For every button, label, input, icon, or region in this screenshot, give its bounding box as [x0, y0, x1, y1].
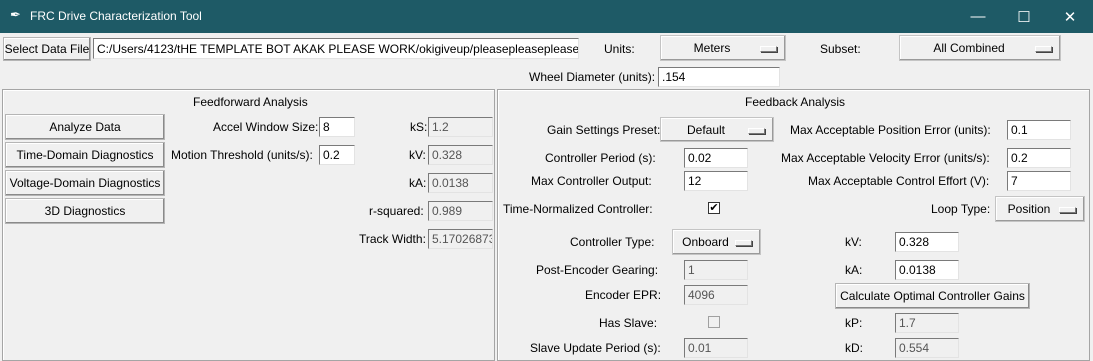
feedback-title: Feedback Analysis [745, 95, 846, 109]
subset-dropdown[interactable]: All Combined [899, 35, 1061, 61]
max-controller-output-label: Max Controller Output: [531, 174, 652, 188]
accel-window-label: Accel Window Size: [213, 120, 319, 134]
post-encoder-gearing-field: 1 [684, 260, 748, 280]
voltage-domain-diagnostics-button[interactable]: Voltage-Domain Diagnostics [5, 170, 165, 196]
kd-value: 0.554 [895, 338, 959, 358]
has-slave-label: Has Slave: [599, 316, 658, 330]
maximize-button[interactable]: ☐ [1001, 0, 1047, 33]
subset-value: All Combined [933, 41, 1005, 55]
select-data-file-button[interactable]: Select Data File [3, 37, 91, 61]
units-value: Meters [693, 41, 731, 55]
wheel-diameter-field[interactable]: .154 [658, 67, 780, 87]
dropdown-indicator-icon [760, 46, 777, 52]
gain-preset-label: Gain Settings Preset: [547, 123, 661, 137]
ff-ka-label: kA: [409, 176, 427, 190]
fb-kv-field[interactable]: 0.328 [895, 232, 959, 252]
track-width-value: 5.170268734 [428, 229, 493, 249]
dropdown-indicator-icon [735, 240, 752, 246]
max-velocity-error-field[interactable]: 0.2 [1007, 148, 1071, 168]
motion-threshold-label: Motion Threshold (units/s): [171, 148, 313, 162]
close-button[interactable]: ✕ [1047, 0, 1093, 33]
file-path-field[interactable]: C:/Users/4123/tHE TEMPLATE BOT AKAK PLEA… [93, 38, 579, 59]
3d-diagnostics-button[interactable]: 3D Diagnostics [5, 198, 165, 224]
loop-type-label: Loop Type: [931, 202, 991, 216]
encoder-epr-label: Encoder EPR: [585, 288, 662, 302]
gain-preset-dropdown[interactable]: Default [660, 117, 774, 142]
fb-kv-label: kV: [845, 235, 862, 249]
ff-kv-label: kV: [409, 148, 426, 162]
fb-ka-field[interactable]: 0.0138 [895, 260, 959, 280]
subset-label: Subset: [820, 42, 861, 56]
has-slave-checkbox[interactable] [708, 316, 720, 328]
minimize-button[interactable]: — [955, 0, 1001, 33]
gain-preset-value: Default [686, 122, 726, 137]
motion-threshold-field[interactable]: 0.2 [319, 145, 355, 165]
max-controller-output-field[interactable]: 12 [684, 171, 748, 191]
track-width-label: Track Width: [359, 232, 426, 246]
time-normalized-checkbox[interactable]: ✔ [708, 202, 720, 214]
max-position-error-field[interactable]: 0.1 [1007, 120, 1071, 140]
units-dropdown[interactable]: Meters [660, 35, 786, 61]
r-squared-value: 0.989 [428, 201, 493, 221]
controller-type-dropdown[interactable]: Onboard [672, 229, 761, 255]
units-label: Units: [604, 42, 635, 56]
r-squared-label: r-squared: [369, 204, 424, 218]
loop-type-dropdown[interactable]: Position [995, 196, 1085, 222]
ff-ks-value: 1.2 [428, 117, 493, 137]
feather-icon: ✒ [10, 7, 21, 22]
max-control-effort-label: Max Acceptable Control Effort (V): [808, 174, 990, 188]
checkmark-icon: ✔ [709, 202, 719, 214]
ff-kv-value: 0.328 [428, 145, 493, 165]
kp-label: kP: [845, 316, 863, 330]
max-position-error-label: Max Acceptable Position Error (units): [790, 123, 991, 137]
post-encoder-gearing-label: Post-Encoder Gearing: [536, 263, 659, 277]
time-normalized-label: Time-Normalized Controller: [503, 202, 653, 216]
encoder-epr-field: 4096 [684, 285, 748, 305]
max-velocity-error-label: Max Acceptable Velocity Error (units/s): [781, 151, 990, 165]
title-bar: ✒ FRC Drive Characterization Tool — ☐ ✕ [0, 0, 1093, 33]
slave-update-period-field: 0.01 [684, 338, 748, 358]
calculate-gains-button[interactable]: Calculate Optimal Controller Gains [835, 283, 1030, 309]
time-domain-diagnostics-button[interactable]: Time-Domain Diagnostics [5, 142, 165, 168]
controller-type-value: Onboard [682, 235, 729, 249]
kd-label: kD: [845, 341, 863, 355]
max-control-effort-field[interactable]: 7 [1007, 171, 1071, 191]
ff-ka-value: 0.0138 [428, 173, 493, 193]
ff-ks-label: kS: [410, 120, 428, 134]
wheel-diameter-label: Wheel Diameter (units): [529, 70, 656, 84]
dropdown-indicator-icon [1035, 46, 1052, 52]
slave-update-period-label: Slave Update Period (s): [530, 341, 661, 355]
controller-period-label: Controller Period (s): [545, 151, 656, 165]
loop-type-value: Position [1007, 202, 1051, 216]
feedforward-title: Feedforward Analysis [193, 95, 308, 109]
dropdown-indicator-icon [748, 127, 765, 134]
analyze-data-button[interactable]: Analyze Data [5, 114, 165, 140]
window-title: FRC Drive Characterization Tool [30, 9, 202, 23]
kp-value: 1.7 [895, 313, 959, 333]
controller-type-label: Controller Type: [570, 235, 655, 249]
fb-ka-label: kA: [845, 263, 863, 277]
dropdown-indicator-icon [1059, 207, 1076, 213]
accel-window-field[interactable]: 8 [319, 117, 355, 137]
controller-period-field[interactable]: 0.02 [684, 148, 748, 168]
